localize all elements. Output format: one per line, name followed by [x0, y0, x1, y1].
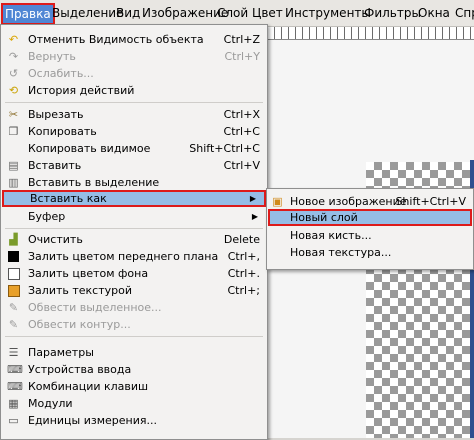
menu-item-cut[interactable]: ✂ Вырезать Ctrl+X	[2, 106, 266, 123]
menu-item-paste[interactable]: ▤ Вставить Ctrl+V	[2, 157, 266, 174]
copy-icon: ❐	[8, 125, 19, 138]
separator	[5, 228, 263, 229]
stroke-selection-icon: ✎	[8, 301, 19, 314]
menu-item-input-devices[interactable]: ⌨ Устройства ввода	[2, 361, 266, 378]
fg-fill-icon	[7, 250, 20, 263]
menu-item-units[interactable]: ▭ Единицы измерения...	[2, 412, 266, 429]
submenu-item-new-pattern[interactable]: Новая текстура...	[268, 244, 472, 261]
paste-as-submenu: ▣ Новое изображение Shift+Ctrl+V Новый с…	[266, 188, 474, 270]
menu-item-redo[interactable]: ↷ Вернуть Ctrl+Y	[2, 48, 266, 65]
menu-windows[interactable]: Окна	[418, 3, 450, 23]
menu-item-history[interactable]: ⟲ История действий	[2, 82, 266, 99]
separator	[5, 336, 263, 337]
pattern-fill-icon	[7, 284, 20, 297]
menu-item-buffer[interactable]: Буфер ▶	[2, 208, 266, 225]
menu-item-stroke-selection[interactable]: ✎ Обвести выделенное...	[2, 299, 266, 316]
menu-item-undo[interactable]: ↶ Отменить Видимость объекта Ctrl+Z	[2, 31, 266, 48]
horizontal-ruler	[268, 27, 474, 40]
undo-icon: ↶	[8, 33, 19, 46]
menu-item-fill-fg[interactable]: Залить цветом переднего плана Ctrl+,	[2, 248, 266, 265]
menu-item-paste-into[interactable]: ▥ Вставить в выделение	[2, 174, 266, 191]
fade-icon: ↺	[8, 67, 19, 80]
menu-item-copy-visible[interactable]: Копировать видимое Shift+Ctrl+C	[2, 140, 266, 157]
redo-icon: ↷	[8, 50, 19, 63]
menubar: Правка Выделение Вид Изображение Слой Цв…	[0, 0, 474, 27]
menu-item-preferences[interactable]: ☰ Параметры	[2, 344, 266, 361]
preferences-icon: ☰	[8, 346, 19, 359]
menu-item-fill-bg[interactable]: Залить цветом фона Ctrl+.	[2, 265, 266, 282]
submenu-arrow-icon: ▶	[249, 194, 256, 203]
input-devices-icon: ⌨	[7, 363, 23, 376]
submenu-arrow-icon: ▶	[251, 212, 258, 221]
menu-item-copy[interactable]: ❐ Копировать Ctrl+C	[2, 123, 266, 140]
menu-view[interactable]: Вид	[116, 3, 140, 23]
menu-item-modules[interactable]: ▦ Модули	[2, 395, 266, 412]
submenu-item-new-layer[interactable]: Новый слой	[268, 209, 472, 226]
units-icon: ▭	[8, 414, 19, 427]
menu-item-fill-pattern[interactable]: Залить текстурой Ctrl+;	[2, 282, 266, 299]
menu-edit[interactable]: Правка	[1, 3, 55, 25]
menu-help[interactable]: Справка	[455, 3, 474, 23]
menu-item-clear[interactable]: ▟ Очистить Delete	[2, 231, 266, 248]
submenu-item-new-image[interactable]: ▣ Новое изображение Shift+Ctrl+V	[268, 193, 472, 210]
submenu-item-new-brush[interactable]: Новая кисть...	[268, 227, 472, 244]
paste-icon: ▤	[8, 159, 19, 172]
edit-menu: ↶ Отменить Видимость объекта Ctrl+Z ↷ Ве…	[0, 24, 268, 440]
modules-icon: ▦	[8, 397, 19, 410]
keyboard-icon: ⌨	[7, 380, 23, 393]
menu-item-fade[interactable]: ↺ Ослабить...	[2, 65, 266, 82]
menu-filters[interactable]: Фильтры	[364, 3, 421, 23]
menu-tools[interactable]: Инструменты	[285, 3, 371, 23]
menu-item-paste-as[interactable]: Вставить как ▶	[2, 190, 266, 207]
menu-item-stroke-path[interactable]: ✎ Обвести контур...	[2, 316, 266, 333]
menu-colors[interactable]: Цвет	[252, 3, 283, 23]
history-icon: ⟲	[8, 84, 19, 97]
stroke-path-icon: ✎	[8, 318, 19, 331]
bg-fill-icon	[7, 267, 20, 280]
cut-icon: ✂	[8, 108, 19, 121]
menu-select[interactable]: Выделение	[52, 3, 123, 23]
clear-icon: ▟	[9, 233, 18, 246]
menu-layer[interactable]: Слой	[217, 3, 248, 23]
menu-item-keyboard-shortcuts[interactable]: ⌨ Комбинации клавиш	[2, 378, 266, 395]
new-image-icon: ▣	[272, 195, 283, 208]
menu-image[interactable]: Изображение	[142, 3, 228, 23]
paste-into-icon: ▥	[8, 176, 19, 189]
separator	[5, 102, 263, 103]
